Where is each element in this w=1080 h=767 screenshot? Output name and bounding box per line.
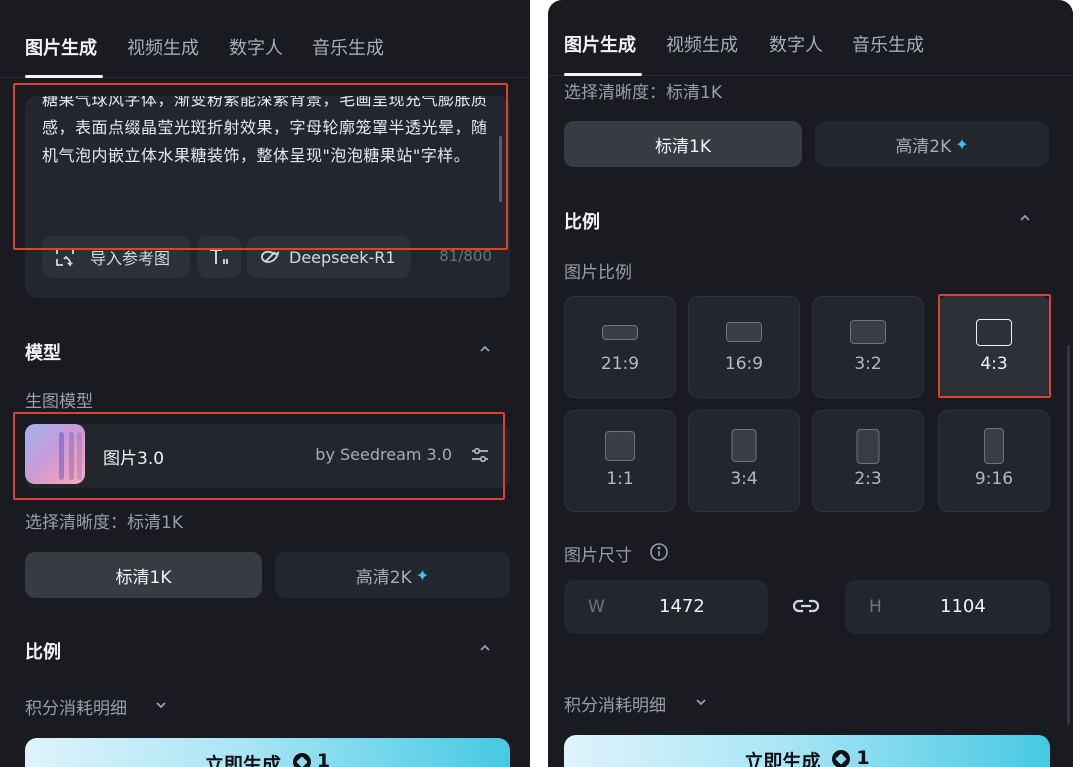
- quality-sd-label: 标清1K: [115, 567, 172, 588]
- ratio-label: 2:3: [854, 469, 882, 489]
- quality-label: 选择清晰度：标清1K: [25, 513, 183, 533]
- quality-hd-label: 高清2K: [355, 567, 412, 588]
- ratio-label: 16:9: [724, 354, 764, 374]
- quality-sd-button[interactable]: 标清1K: [25, 552, 262, 598]
- tab-bar: 图片生成 视频生成 数字人 音乐生成: [0, 0, 530, 78]
- deepseek-whale-icon: [261, 250, 280, 263]
- ratio-option-1-1[interactable]: 1:1: [564, 410, 676, 512]
- ratio-shape-icon: [602, 325, 638, 340]
- ratio-option-3-4[interactable]: 3:4: [688, 410, 800, 512]
- chevron-up-icon[interactable]: [478, 641, 492, 655]
- generate-cost: 1: [856, 747, 870, 767]
- link-icon[interactable]: [792, 596, 820, 616]
- text-style-button[interactable]: [197, 236, 241, 278]
- generate-label: 立即生成: [744, 751, 821, 767]
- height-key: H: [869, 597, 882, 617]
- quality-label: 选择清晰度：标清1K: [564, 83, 722, 103]
- model-section-title: 模型: [25, 343, 61, 364]
- height-field[interactable]: H 1104: [845, 580, 1050, 634]
- chevron-down-icon[interactable]: [154, 698, 168, 712]
- ratio-label: 9:16: [974, 469, 1014, 489]
- ratio-section-title: 比例: [25, 642, 61, 663]
- settings-sliders-icon[interactable]: [470, 446, 490, 464]
- chevron-up-icon[interactable]: [478, 342, 492, 356]
- ratio-label: 21:9: [600, 354, 640, 374]
- tab-music-generation[interactable]: 音乐生成: [312, 34, 384, 60]
- credit-coin-icon: [832, 750, 851, 767]
- model-thumbnail: [25, 424, 85, 484]
- model-selector[interactable]: 图片3.0 by Seedream 3.0: [25, 424, 510, 488]
- ratio-option-2-3[interactable]: 2:3: [812, 410, 924, 512]
- tab-image-generation[interactable]: 图片生成: [564, 31, 636, 57]
- tab-digital-human[interactable]: 数字人: [769, 31, 823, 57]
- width-key: W: [588, 597, 605, 617]
- tab-video-generation[interactable]: 视频生成: [666, 31, 738, 57]
- right-panel: 图片生成 视频生成 数字人 音乐生成 选择清晰度：标清1K 标清1K 高清2K …: [548, 0, 1073, 767]
- ratio-shape-icon: [984, 428, 1004, 464]
- generate-cost: 1: [316, 750, 331, 767]
- tab-music-generation[interactable]: 音乐生成: [852, 31, 924, 57]
- ratio-option-4-3[interactable]: 4:3: [938, 296, 1050, 398]
- size-label: 图片尺寸: [564, 546, 632, 566]
- deepseek-r1-button[interactable]: Deepseek-R1: [247, 236, 411, 278]
- active-tab-indicator: [25, 75, 103, 78]
- tab-bar: 图片生成 视频生成 数字人 音乐生成: [548, 0, 1073, 76]
- credits-detail-label[interactable]: 积分消耗明细: [564, 691, 666, 716]
- left-panel: 图片生成 视频生成 数字人 音乐生成 糖果气球风字体，渐变粉紫能深紫背景，毛画呈…: [0, 0, 530, 767]
- ratio-option-3-2[interactable]: 3:2: [812, 296, 924, 398]
- ratio-label: 4:3: [980, 354, 1008, 374]
- active-tab-indicator: [564, 73, 642, 76]
- generate-button[interactable]: 立即生成 1: [25, 738, 510, 767]
- ratio-sub-label: 图片比例: [564, 263, 632, 283]
- width-value[interactable]: 1472: [659, 596, 705, 617]
- ratio-shape-icon: [850, 320, 886, 344]
- import-reference-button[interactable]: 导入参考图: [42, 236, 190, 278]
- ratio-shape-icon: [605, 431, 635, 461]
- chevron-up-icon[interactable]: [1018, 211, 1032, 225]
- ratio-shape-icon: [856, 429, 880, 464]
- quality-hd-button[interactable]: 高清2K ✦: [815, 121, 1049, 167]
- generate-label: 立即生成: [204, 754, 281, 767]
- quality-hd-label: 高清2K: [895, 136, 952, 157]
- prompt-text[interactable]: 糖果气球风字体，渐变粉紫能深紫背景，毛画呈现充气膨胀质感，表面点缀晶莹光斑折射效…: [42, 96, 497, 170]
- import-reference-label: 导入参考图: [90, 249, 171, 268]
- credit-coin-icon: [292, 753, 311, 767]
- char-counter: 81/800: [439, 247, 492, 265]
- chevron-down-icon[interactable]: [694, 695, 708, 709]
- tab-digital-human[interactable]: 数字人: [229, 34, 283, 60]
- ratio-shape-icon: [731, 429, 757, 462]
- ratio-label: 1:1: [606, 469, 634, 489]
- sparkle-icon: ✦: [415, 565, 430, 585]
- ratio-option-16-9[interactable]: 16:9: [688, 296, 800, 398]
- model-provider: by Seedream 3.0: [315, 445, 452, 464]
- tab-video-generation[interactable]: 视频生成: [127, 34, 199, 60]
- height-value[interactable]: 1104: [940, 596, 986, 617]
- ratio-option-9-16[interactable]: 9:16: [938, 410, 1050, 512]
- model-name: 图片3.0: [103, 449, 165, 469]
- generate-button[interactable]: 立即生成 1: [564, 735, 1050, 767]
- ratio-label: 3:4: [730, 469, 758, 489]
- ratio-option-21-9[interactable]: 21:9: [564, 296, 676, 398]
- quality-sd-label: 标清1K: [655, 136, 711, 157]
- width-field[interactable]: W 1472: [564, 580, 768, 634]
- ratio-label: 3:2: [854, 354, 882, 374]
- info-icon[interactable]: [649, 542, 669, 562]
- ratio-shape-icon: [976, 319, 1012, 346]
- prompt-input[interactable]: 糖果气球风字体，渐变粉紫能深紫背景，毛画呈现充气膨胀质感，表面点缀晶莹光斑折射效…: [25, 96, 510, 298]
- text-format-icon: [210, 249, 228, 264]
- deepseek-label: Deepseek-R1: [289, 247, 396, 267]
- ratio-shape-icon: [726, 322, 762, 342]
- tab-image-generation[interactable]: 图片生成: [25, 34, 97, 60]
- prompt-scrollbar[interactable]: [499, 136, 502, 202]
- model-sub-label: 生图模型: [25, 392, 93, 412]
- ratio-section-title: 比例: [564, 212, 600, 233]
- quality-hd-button[interactable]: 高清2K ✦: [275, 552, 510, 598]
- sparkle-icon: ✦: [955, 134, 969, 154]
- panel-scrollbar[interactable]: [1067, 345, 1070, 725]
- quality-sd-button[interactable]: 标清1K: [564, 121, 802, 167]
- image-import-icon: [56, 248, 74, 266]
- credits-detail-label[interactable]: 积分消耗明细: [25, 694, 127, 719]
